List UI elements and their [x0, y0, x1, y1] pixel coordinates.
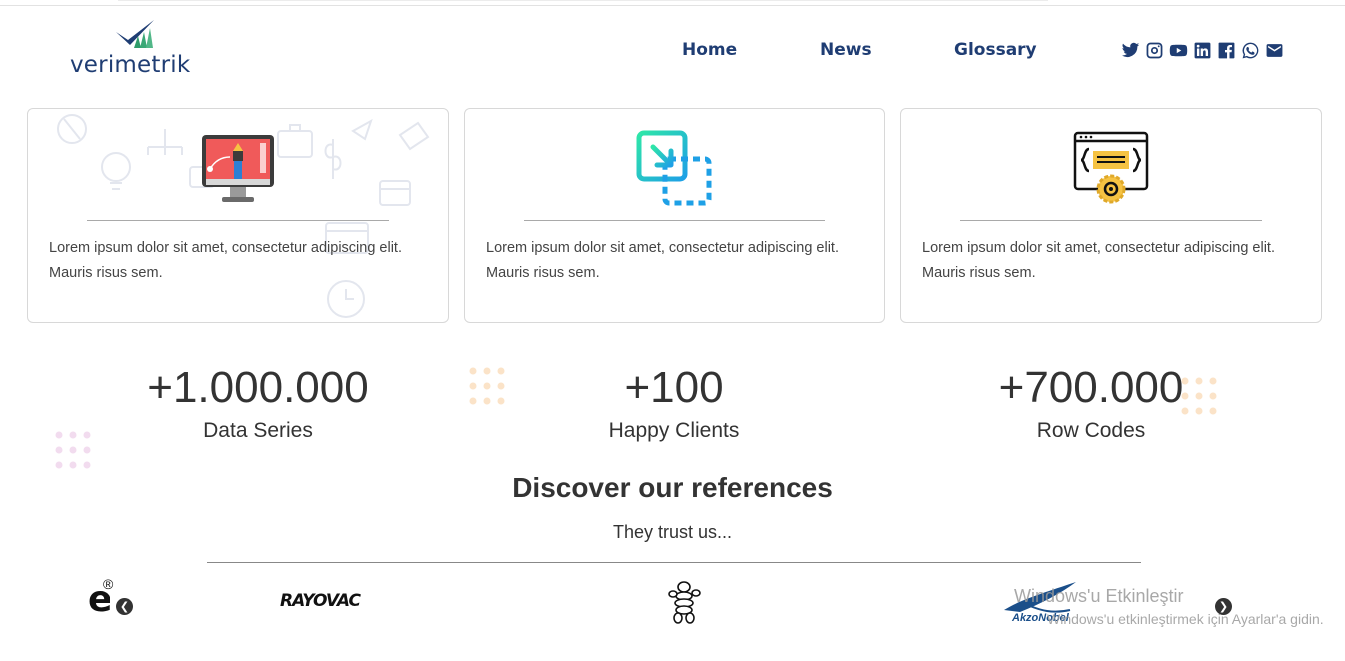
carousel-prev-button[interactable]: ❮ — [116, 598, 133, 615]
references-subtitle: They trust us... — [612, 522, 733, 542]
instagram-icon[interactable] — [1144, 40, 1164, 60]
top-divider — [0, 5, 1345, 6]
card-text: Lorem ipsum dolor sit amet, consectetur … — [486, 240, 839, 281]
stat-value: +100 — [624, 363, 724, 412]
decorative-dots — [469, 367, 505, 405]
registered-mark: ® — [103, 576, 114, 592]
nav-home[interactable]: Home — [682, 40, 737, 60]
youtube-icon[interactable] — [1168, 40, 1188, 60]
design-monitor-icon — [202, 135, 274, 202]
top-divider-short — [118, 0, 1048, 1]
references-title: Discover our references — [512, 472, 833, 503]
feature-card-1: Lorem ipsum dolor sit amet, consectetur … — [27, 108, 449, 323]
facebook-icon[interactable] — [1216, 40, 1236, 60]
card-text: Lorem ipsum dolor sit amet, consectetur … — [49, 240, 402, 281]
decorative-dots — [55, 431, 91, 469]
windows-activation-message: Windows'u etkinleştirmek için Ayarlar'a … — [1047, 611, 1324, 627]
references-divider — [207, 562, 1141, 563]
stat-data-series: +1.000.000 Data Series — [108, 360, 408, 446]
stat-label: Happy Clients — [608, 419, 740, 442]
whatsapp-icon[interactable] — [1240, 40, 1260, 60]
feature-card-2: Lorem ipsum dolor sit amet, consectetur … — [464, 108, 885, 323]
code-settings-icon — [1073, 131, 1149, 204]
stat-label: Data Series — [203, 419, 313, 442]
stat-value: +700.000 — [998, 363, 1184, 412]
windows-activation-title: Windows'u Etkinleştir — [1014, 586, 1184, 606]
card-divider — [87, 220, 389, 221]
card-text: Lorem ipsum dolor sit amet, consectetur … — [922, 240, 1275, 281]
stat-row-codes: +700.000 Row Codes — [941, 360, 1241, 446]
stat-label: Row Codes — [1036, 419, 1146, 442]
mail-icon[interactable] — [1264, 40, 1284, 60]
chevron-left-icon: ❮ — [119, 600, 130, 613]
social-links — [1120, 40, 1284, 60]
linkedin-icon[interactable] — [1192, 40, 1212, 60]
nav-glossary[interactable]: Glossary — [954, 40, 1037, 60]
stat-happy-clients: +100 Happy Clients — [524, 360, 824, 446]
card-divider — [960, 220, 1262, 221]
card-divider — [524, 220, 825, 221]
feature-card-3: Lorem ipsum dolor sit amet, consectetur … — [900, 108, 1322, 323]
nav-news[interactable]: News — [820, 40, 872, 60]
reference-logo-rayovac: RAYOVAC — [280, 591, 361, 611]
stat-value: +1.000.000 — [147, 363, 369, 412]
twitter-icon[interactable] — [1120, 40, 1140, 60]
reference-logo-michelin — [668, 581, 701, 624]
resize-arrow-icon — [636, 130, 711, 206]
